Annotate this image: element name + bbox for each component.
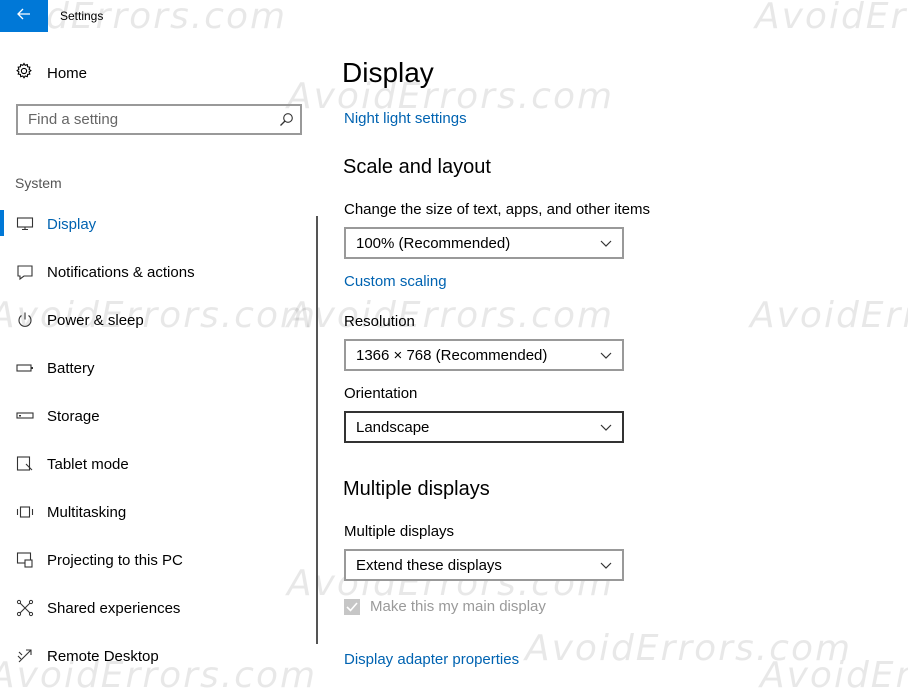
checkmark-icon bbox=[346, 601, 358, 612]
remote-desktop-icon bbox=[16, 647, 34, 665]
scale-dropdown[interactable]: 100% (Recommended) bbox=[344, 227, 624, 259]
watermark: AvoidErrors.com bbox=[750, 295, 908, 336]
sidebar-item-power-sleep[interactable]: Power & sleep bbox=[0, 300, 300, 340]
multiple-displays-dropdown[interactable]: Extend these displays bbox=[344, 549, 624, 581]
sidebar-item-storage[interactable]: Storage bbox=[0, 396, 300, 436]
chevron-down-icon bbox=[590, 562, 622, 569]
sidebar-item-label: Notifications & actions bbox=[47, 263, 195, 281]
notification-icon bbox=[16, 263, 34, 281]
sidebar-item-label: Power & sleep bbox=[47, 311, 144, 329]
sidebar-item-label: Shared experiences bbox=[47, 599, 181, 617]
page-title: Display bbox=[342, 57, 434, 88]
sidebar-item-notifications[interactable]: Notifications & actions bbox=[0, 252, 300, 292]
sidebar-item-label: Remote Desktop bbox=[47, 647, 159, 665]
main-display-checkbox[interactable] bbox=[344, 598, 360, 615]
power-icon bbox=[16, 311, 34, 329]
section-label-system: System bbox=[15, 175, 62, 191]
multiple-displays-label: Multiple displays bbox=[344, 523, 455, 540]
sidebar-item-label: Display bbox=[47, 215, 97, 233]
sidebar-item-label: Multitasking bbox=[47, 503, 127, 521]
scrollbar[interactable] bbox=[316, 216, 318, 644]
display-adapter-properties-link[interactable]: Display adapter properties bbox=[344, 651, 519, 668]
orientation-dropdown[interactable]: Landscape bbox=[344, 411, 624, 443]
chevron-down-icon bbox=[590, 424, 622, 431]
sidebar-item-label: Storage bbox=[47, 407, 100, 425]
resolution-dropdown-value: 1366 × 768 (Recommended) bbox=[356, 346, 548, 364]
resolution-dropdown[interactable]: 1366 × 768 (Recommended) bbox=[344, 339, 624, 371]
chevron-down-icon bbox=[590, 352, 622, 359]
main-display-checkbox-row: Make this my main display bbox=[344, 598, 546, 615]
multitasking-icon bbox=[16, 503, 34, 521]
home-label: Home bbox=[47, 64, 88, 82]
multiple-displays-heading: Multiple displays bbox=[343, 478, 490, 500]
back-arrow-icon bbox=[17, 7, 31, 25]
night-light-settings-link[interactable]: Night light settings bbox=[344, 110, 467, 127]
sidebar-item-projecting[interactable]: Projecting to this PC bbox=[0, 540, 300, 580]
scale-dropdown-value: 100% (Recommended) bbox=[356, 234, 511, 252]
sidebar-item-battery[interactable]: Battery bbox=[0, 348, 300, 388]
storage-icon bbox=[16, 407, 34, 425]
window-title: Settings bbox=[60, 9, 104, 23]
monitor-icon bbox=[16, 215, 34, 233]
projecting-icon bbox=[16, 551, 34, 569]
resolution-label: Resolution bbox=[344, 313, 415, 330]
sidebar-item-display[interactable]: Display bbox=[0, 204, 300, 244]
scale-label: Change the size of text, apps, and other… bbox=[344, 201, 651, 218]
sidebar-item-label: Battery bbox=[47, 359, 95, 377]
title-bar: Settings bbox=[0, 0, 908, 32]
watermark: AvoidErrors.com bbox=[287, 295, 615, 336]
sidebar-item-label: Projecting to this PC bbox=[47, 551, 183, 569]
orientation-label: Orientation bbox=[344, 385, 418, 402]
battery-icon bbox=[16, 359, 34, 377]
sidebar-item-multitasking[interactable]: Multitasking bbox=[0, 492, 300, 532]
custom-scaling-link[interactable]: Custom scaling bbox=[344, 273, 447, 290]
gear-icon bbox=[15, 62, 33, 84]
sidebar-item-remote-desktop[interactable]: Remote Desktop bbox=[0, 636, 300, 676]
watermark: AvoidErrors.com bbox=[760, 655, 908, 696]
search-box[interactable] bbox=[16, 104, 302, 135]
home-nav-item[interactable]: Home bbox=[15, 62, 87, 84]
search-input[interactable] bbox=[18, 105, 272, 134]
multiple-displays-dropdown-value: Extend these displays bbox=[356, 556, 502, 574]
shared-icon bbox=[16, 599, 34, 617]
sidebar-item-shared-experiences[interactable]: Shared experiences bbox=[0, 588, 300, 628]
chevron-down-icon bbox=[590, 240, 622, 247]
scale-layout-heading: Scale and layout bbox=[343, 156, 491, 178]
orientation-dropdown-value: Landscape bbox=[356, 418, 430, 436]
sidebar-item-tablet-mode[interactable]: Tablet mode bbox=[0, 444, 300, 484]
main-display-checkbox-label: Make this my main display bbox=[370, 598, 546, 615]
sidebar-item-label: Tablet mode bbox=[47, 455, 129, 473]
watermark: AvoidErrors.com bbox=[525, 628, 853, 669]
search-icon[interactable] bbox=[272, 112, 300, 127]
tablet-icon bbox=[16, 455, 34, 473]
back-button[interactable] bbox=[0, 0, 48, 32]
